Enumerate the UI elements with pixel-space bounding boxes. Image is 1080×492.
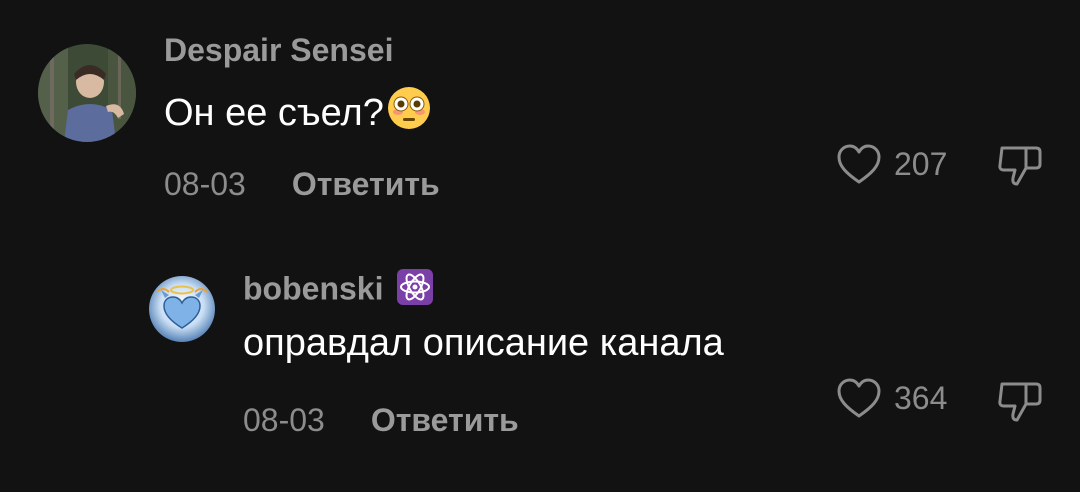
dislike-button[interactable] [996, 142, 1044, 193]
comment-date: 08-03 [164, 166, 246, 202]
comment-meta: 08-03 Ответить [243, 402, 519, 439]
comment-username[interactable]: bobenski [243, 268, 434, 314]
comment-text-row: Он ее съел? [164, 85, 432, 141]
avatar[interactable] [38, 44, 136, 142]
avatar-image [38, 44, 136, 142]
comment-date: 08-03 [243, 402, 325, 438]
heart-icon [837, 378, 881, 418]
comment-item: Despair Sensei Он ее съел? 08-03 Ответит… [0, 0, 1080, 240]
reply-button[interactable]: Ответить [292, 166, 440, 203]
comment-username[interactable]: Despair Sensei [164, 32, 393, 69]
comment-meta: 08-03 Ответить [164, 166, 440, 203]
like-button[interactable]: 364 [836, 377, 947, 419]
reply-button[interactable]: Ответить [371, 402, 519, 439]
dislike-button[interactable] [996, 378, 1044, 429]
reply-comment-item: bobenski оправдал описание канала 08-03 … [0, 240, 1080, 492]
avatar[interactable] [149, 276, 215, 342]
flushed-face-icon [386, 85, 432, 141]
heart-icon [837, 144, 881, 184]
atom-symbol-icon [396, 268, 434, 314]
avatar-image [149, 276, 215, 342]
comment-username-text: bobenski [243, 270, 384, 307]
comment-text: Он ее съел? [164, 91, 384, 134]
comment-text-row: оправдал описание канала [243, 322, 724, 365]
like-count: 364 [894, 379, 948, 416]
like-count: 207 [894, 145, 948, 182]
thumbs-down-icon [998, 382, 1042, 422]
comment-text: оправдал описание канала [243, 322, 724, 364]
like-button[interactable]: 207 [836, 143, 947, 185]
thumbs-down-icon [998, 146, 1042, 186]
